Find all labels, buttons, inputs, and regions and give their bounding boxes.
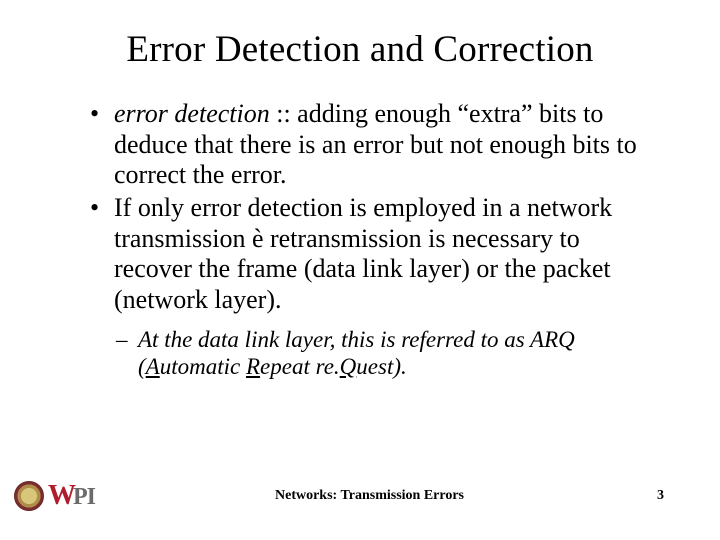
slide-title: Error Detection and Correction <box>60 28 660 71</box>
footer-title: Networks: Transmission Errors <box>95 488 644 504</box>
a-underline: A <box>146 354 160 379</box>
slide: Error Detection and Correction error det… <box>0 0 720 540</box>
q-underline: Q <box>340 354 357 379</box>
bullet-2-text: If only error detection is employed in a… <box>114 193 612 314</box>
wpi-logo: WPI <box>14 480 95 512</box>
a-rest: utomatic <box>160 354 246 379</box>
bullet-1: error detection :: adding enough “extra”… <box>90 99 660 191</box>
wpi-seal-icon <box>14 481 44 511</box>
bullet-list: error detection :: adding enough “extra”… <box>60 99 660 316</box>
wpi-pi: PI <box>73 484 95 511</box>
r-underline: R <box>246 354 260 379</box>
q-rest: uest). <box>356 354 406 379</box>
bullet-1-term: error detection <box>114 99 270 128</box>
arq-abbr: ARQ <box>530 327 575 352</box>
wpi-w: W <box>48 480 75 512</box>
sub-text: At the data link layer, this is referred… <box>138 327 575 379</box>
sub-bullet-1: At the data link layer, this is referred… <box>116 326 660 380</box>
open-paren: ( <box>138 354 146 379</box>
sub-prefix: At the data link layer, this is referred… <box>138 327 530 352</box>
r-rest: epeat re. <box>260 354 340 379</box>
wpi-wordmark: WPI <box>48 480 95 512</box>
page-number: 3 <box>644 488 664 504</box>
bullet-2: If only error detection is employed in a… <box>90 193 660 316</box>
footer: WPI Networks: Transmission Errors 3 <box>0 480 720 512</box>
sub-bullet-list: At the data link layer, this is referred… <box>60 326 660 380</box>
